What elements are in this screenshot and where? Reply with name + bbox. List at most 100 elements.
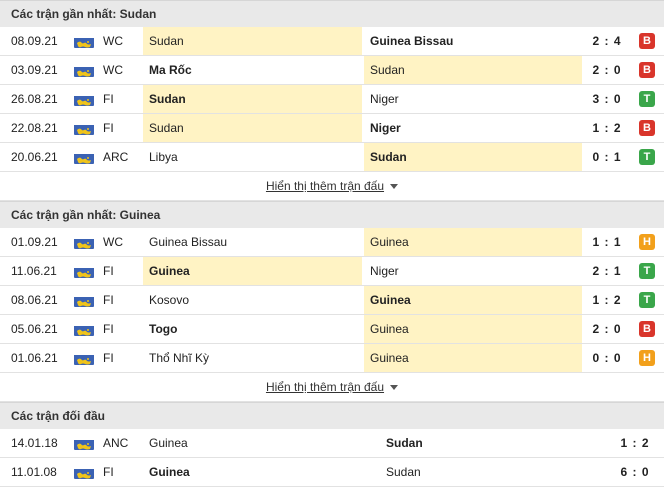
home-team[interactable]: Thổ Nhĩ Kỳ	[143, 344, 362, 372]
match-date: 01.06.21	[11, 351, 58, 365]
match-score: 0 : 1	[592, 150, 622, 164]
match-score: 3 : 0	[592, 92, 622, 106]
section-title: Các trận gần nhất: Guinea	[0, 201, 664, 228]
match-score: 0 : 0	[592, 351, 622, 365]
flag-icon	[74, 121, 94, 135]
caret-down-icon[interactable]	[390, 385, 399, 391]
home-team[interactable]: Ma Rốc	[143, 56, 362, 84]
match-score: 1 : 1	[592, 235, 622, 249]
match-date: 01.09.21	[11, 235, 58, 249]
competition-code: WC	[103, 235, 123, 249]
match-row[interactable]: 22.08.21 FI Sudan Niger 1 : 2 B	[0, 114, 664, 143]
match-score: 1 : 2	[620, 436, 650, 450]
match-date: 08.09.21	[11, 34, 58, 48]
competition-code: ARC	[103, 150, 129, 164]
result-badge: H	[639, 234, 655, 250]
show-more-link[interactable]: Hiển thị thêm trận đấu	[266, 380, 384, 394]
flag-icon	[74, 264, 94, 278]
competition-code: FI	[103, 293, 114, 307]
result-badge: B	[639, 321, 655, 337]
match-row[interactable]: 05.06.21 FI Togo Guinea 2 : 0 B	[0, 315, 664, 344]
match-date: 26.08.21	[11, 92, 58, 106]
result-badge: T	[639, 149, 655, 165]
away-team[interactable]: Guinea	[364, 344, 582, 372]
match-date: 20.06.21	[11, 150, 58, 164]
home-team[interactable]: Guinea Bissau	[143, 228, 362, 256]
match-score: 2 : 0	[592, 322, 622, 336]
home-team[interactable]: Sudan	[143, 85, 362, 113]
away-team[interactable]: Guinea	[364, 315, 582, 343]
flag-icon	[74, 34, 94, 48]
match-score: 2 : 0	[592, 63, 622, 77]
match-score: 2 : 1	[592, 264, 622, 278]
flag-icon	[74, 322, 94, 336]
home-team[interactable]: Guinea	[143, 257, 362, 285]
home-team[interactable]: Togo	[143, 315, 362, 343]
h2h-match-row[interactable]: 14.01.18 ANC Guinea Sudan 1 : 2	[0, 429, 664, 458]
away-team[interactable]: Guinea	[364, 286, 582, 314]
away-team[interactable]: Sudan	[380, 429, 580, 457]
flag-icon	[74, 293, 94, 307]
home-team[interactable]: Guinea	[143, 429, 378, 457]
match-date: 11.01.08	[11, 465, 57, 479]
home-team[interactable]: Sudan	[143, 27, 362, 55]
match-row[interactable]: 26.08.21 FI Sudan Niger 3 : 0 T	[0, 85, 664, 114]
flag-icon	[74, 351, 94, 365]
away-team[interactable]: Sudan	[364, 56, 582, 84]
match-date: 11.06.21	[11, 264, 57, 278]
h2h-match-row[interactable]: 11.01.08 FI Guinea Sudan 6 : 0	[0, 458, 664, 487]
match-row[interactable]: 01.06.21 FI Thổ Nhĩ Kỳ Guinea 0 : 0 H	[0, 344, 664, 373]
home-team[interactable]: Sudan	[143, 114, 362, 142]
flag-icon	[74, 436, 94, 450]
match-score: 6 : 0	[620, 465, 650, 479]
caret-down-icon[interactable]	[390, 184, 399, 190]
result-badge: B	[639, 120, 655, 136]
match-row[interactable]: 20.06.21 ARC Libya Sudan 0 : 1 T	[0, 143, 664, 172]
flag-icon	[74, 465, 94, 479]
competition-code: FI	[103, 351, 114, 365]
match-score: 2 : 4	[592, 34, 622, 48]
section-title: Các trận gần nhất: Sudan	[0, 0, 664, 27]
competition-code: FI	[103, 121, 114, 135]
flag-icon	[74, 150, 94, 164]
match-date: 08.06.21	[11, 293, 58, 307]
away-team[interactable]: Guinea Bissau	[364, 27, 582, 55]
match-row[interactable]: 03.09.21 WC Ma Rốc Sudan 2 : 0 B	[0, 56, 664, 85]
match-history-panel: Các trận gần nhất: Sudan 08.09.21 WC Sudan G…	[0, 0, 664, 487]
result-badge: T	[639, 263, 655, 279]
away-team[interactable]: Sudan	[380, 458, 580, 486]
match-row[interactable]: 08.09.21 WC Sudan Guinea Bissau 2 : 4 B	[0, 27, 664, 56]
match-row[interactable]: 08.06.21 FI Kosovo Guinea 1 : 2 T	[0, 286, 664, 315]
result-badge: B	[639, 62, 655, 78]
away-team[interactable]: Guinea	[364, 228, 582, 256]
match-date: 05.06.21	[11, 322, 58, 336]
competition-code: FI	[103, 322, 114, 336]
show-more-row: Hiển thị thêm trận đấu	[0, 172, 664, 201]
match-date: 14.01.18	[11, 436, 58, 450]
result-badge: H	[639, 350, 655, 366]
flag-icon	[74, 92, 94, 106]
away-team[interactable]: Niger	[364, 114, 582, 142]
result-badge: T	[639, 292, 655, 308]
home-team[interactable]: Libya	[143, 143, 362, 171]
competition-code: ANC	[103, 436, 129, 450]
competition-code: WC	[103, 34, 123, 48]
match-row[interactable]: 01.09.21 WC Guinea Bissau Guinea 1 : 1 H	[0, 228, 664, 257]
show-more-link[interactable]: Hiển thị thêm trận đấu	[266, 179, 384, 193]
match-score: 1 : 2	[592, 293, 622, 307]
away-team[interactable]: Sudan	[364, 143, 582, 171]
home-team[interactable]: Guinea	[143, 458, 378, 486]
match-score: 1 : 2	[592, 121, 622, 135]
flag-icon	[74, 235, 94, 249]
away-team[interactable]: Niger	[364, 257, 582, 285]
away-team[interactable]: Niger	[364, 85, 582, 113]
home-team[interactable]: Kosovo	[143, 286, 362, 314]
match-row[interactable]: 11.06.21 FI Guinea Niger 2 : 1 T	[0, 257, 664, 286]
competition-code: FI	[103, 264, 114, 278]
show-more-row: Hiển thị thêm trận đấu	[0, 373, 664, 402]
competition-code: WC	[103, 63, 123, 77]
flag-icon	[74, 63, 94, 77]
competition-code: FI	[103, 465, 114, 479]
competition-code: FI	[103, 92, 114, 106]
match-date: 22.08.21	[11, 121, 58, 135]
